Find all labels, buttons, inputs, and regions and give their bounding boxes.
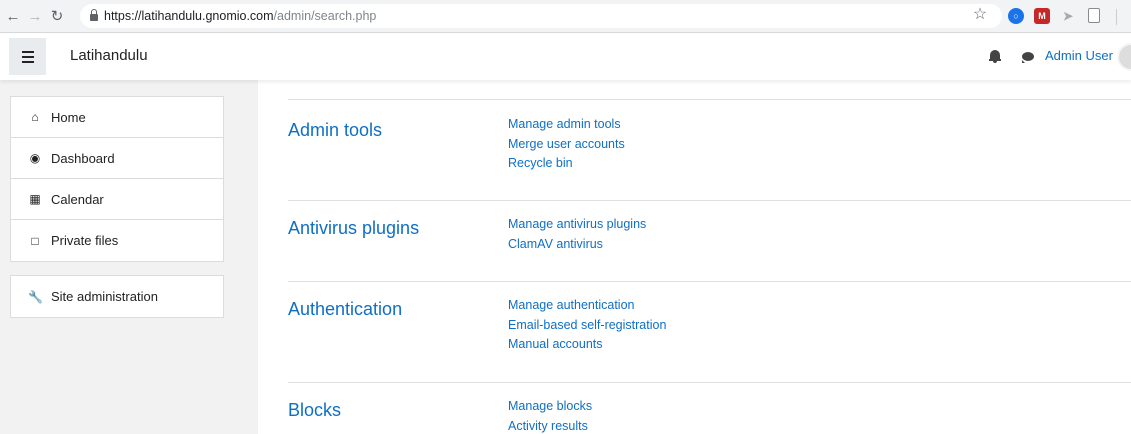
section-links-antivirus-plugins: Manage antivirus plugins ClamAV antiviru… — [508, 215, 646, 254]
link-manage-admin-tools[interactable]: Manage admin tools — [508, 115, 625, 135]
dashboard-icon: ◉ — [29, 151, 41, 165]
section-links-admin-tools: Manage admin tools Merge user accounts R… — [508, 115, 625, 174]
nav-item-calendar[interactable]: ▦ Calendar — [11, 179, 223, 220]
back-arrow-icon[interactable]: ← — [2, 5, 24, 27]
section-links-authentication: Manage authentication Email-based self-r… — [508, 296, 666, 355]
link-manage-antivirus-plugins[interactable]: Manage antivirus plugins — [508, 215, 646, 235]
nav-item-label: Dashboard — [51, 150, 115, 166]
extension-red-icon[interactable]: M — [1034, 8, 1050, 24]
link-recycle-bin[interactable]: Recycle bin — [508, 154, 625, 174]
section-title-authentication[interactable]: Authentication — [288, 299, 402, 320]
home-icon: ⌂ — [31, 110, 39, 124]
site-navbar: Latihandulu Admin User — [0, 34, 1131, 80]
browser-toolbar: ← → ↻ https://latihandulu.gnomio.com/adm… — [0, 0, 1131, 33]
link-manual-accounts[interactable]: Manual accounts — [508, 335, 666, 355]
bookmark-star-icon[interactable]: ☆ — [972, 6, 988, 23]
reload-icon[interactable]: ↻ — [46, 5, 68, 27]
nav-item-private-files[interactable]: □ Private files — [11, 220, 223, 261]
link-merge-user-accounts[interactable]: Merge user accounts — [508, 135, 625, 155]
calendar-icon: ▦ — [29, 192, 41, 206]
file-icon: □ — [31, 233, 39, 248]
admin-search-content: Admin tools Manage admin tools Merge use… — [258, 80, 1131, 434]
wrench-icon: 🔧 — [28, 289, 43, 304]
section-title-antivirus-plugins[interactable]: Antivirus plugins — [288, 218, 419, 239]
menu-toggle-icon[interactable] — [9, 38, 46, 75]
link-manage-blocks[interactable]: Manage blocks — [508, 397, 592, 417]
nav-block-admin: 🔧 Site administration — [10, 275, 224, 318]
nav-item-site-administration[interactable]: 🔧 Site administration — [11, 276, 223, 317]
section-divider — [288, 281, 1131, 282]
nav-item-dashboard[interactable]: ◉ Dashboard — [11, 138, 223, 179]
link-email-based-self-registration[interactable]: Email-based self-registration — [508, 316, 666, 336]
extension-search-icon[interactable]: ○ — [1008, 8, 1024, 24]
section-divider — [288, 382, 1131, 383]
section-links-blocks: Manage blocks Activity results — [508, 397, 592, 434]
url-path: /admin/search.php — [273, 9, 377, 23]
section-title-blocks[interactable]: Blocks — [288, 400, 341, 421]
nav-item-label: Private files — [51, 233, 119, 248]
nav-item-label: Site administration — [51, 289, 158, 304]
lock-icon — [90, 8, 98, 21]
avatar[interactable] — [1117, 43, 1131, 71]
link-clamav-antivirus[interactable]: ClamAV antivirus — [508, 235, 646, 255]
messages-icon[interactable] — [1022, 52, 1034, 63]
link-manage-authentication[interactable]: Manage authentication — [508, 296, 666, 316]
section-divider — [288, 99, 1131, 100]
nav-item-home[interactable]: ⌂ Home — [11, 97, 223, 138]
user-menu-name[interactable]: Admin User — [1045, 48, 1113, 63]
section-divider — [288, 200, 1131, 201]
extension-pin-icon[interactable]: ➤ — [1060, 8, 1076, 24]
site-brand[interactable]: Latihandulu — [70, 47, 148, 64]
nav-block-main: ⌂ Home ◉ Dashboard ▦ Calendar □ Private … — [10, 96, 224, 262]
extension-document-icon[interactable] — [1088, 8, 1100, 23]
nav-item-label: Calendar — [51, 191, 104, 207]
nav-item-label: Home — [51, 109, 86, 125]
section-title-admin-tools[interactable]: Admin tools — [288, 120, 382, 141]
link-activity-results[interactable]: Activity results — [508, 417, 592, 434]
address-bar[interactable]: https://latihandulu.gnomio.com/admin/sea… — [80, 4, 1002, 28]
toolbar-divider — [1116, 9, 1117, 25]
notification-bell-icon[interactable] — [989, 50, 1001, 63]
url-host: https://latihandulu.gnomio.com — [104, 9, 274, 23]
forward-arrow-icon[interactable]: → — [24, 5, 46, 27]
nav-drawer: ⌂ Home ◉ Dashboard ▦ Calendar □ Private … — [0, 80, 258, 434]
